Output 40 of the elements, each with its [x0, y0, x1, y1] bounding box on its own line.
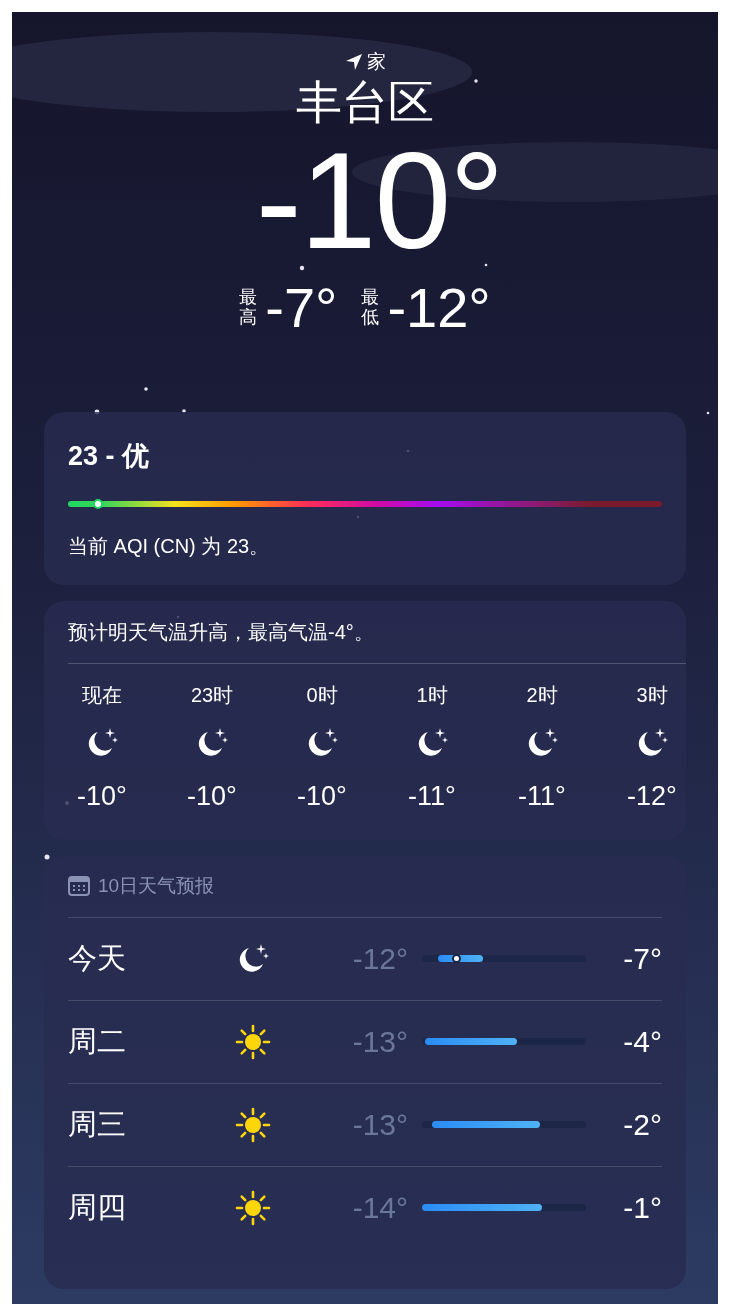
- low-temperature: -14°: [351, 1190, 408, 1226]
- city-name: 丰台区: [295, 75, 435, 130]
- hour-label: 现在: [82, 682, 122, 708]
- hour-temperature: -10°: [77, 779, 127, 813]
- high-temperature: -7°: [622, 941, 662, 977]
- day-label: 今天: [68, 940, 127, 976]
- hour-label: 1时: [416, 682, 448, 708]
- hour-temperature: -10°: [297, 779, 347, 813]
- low-temperature: -13°: [351, 1107, 408, 1143]
- day-label: 周二: [68, 1023, 127, 1059]
- current-temperature: -10°: [254, 130, 504, 270]
- aqi-title: 23 - 优: [68, 440, 151, 473]
- hour-temperature: -11°: [408, 779, 456, 813]
- hour-label: 3时: [636, 682, 668, 708]
- day-label: 周四: [68, 1189, 127, 1225]
- low-label: 最低: [361, 288, 380, 328]
- high-temperature: -1°: [622, 1190, 662, 1226]
- forecast-summary: 预计明天气温升高，最高气温-4°。: [67, 619, 375, 645]
- low-temperature: -13°: [351, 1024, 408, 1060]
- forecast-title: 10日天气预报: [98, 874, 215, 898]
- high-temperature: -4°: [622, 1024, 662, 1060]
- hour-label: 0时: [306, 682, 338, 708]
- low-temperature: -12°: [351, 941, 408, 977]
- hour-temperature: -10°: [187, 779, 237, 813]
- sun-icon: [235, 1106, 271, 1143]
- high-temperature: -7°: [265, 278, 338, 338]
- hour-label: 23时: [190, 682, 234, 708]
- hour-temperature: -11°: [518, 779, 566, 813]
- sun-icon: [235, 1189, 271, 1226]
- low-temperature: -12°: [387, 278, 491, 338]
- hour-temperature: -12°: [627, 779, 677, 813]
- high-label: 最高: [239, 288, 258, 328]
- high-temperature: -2°: [622, 1107, 662, 1143]
- calendar-icon: [68, 876, 90, 897]
- aqi-description: 当前 AQI (CN) 为 23。: [68, 533, 271, 559]
- sun-icon: [235, 1023, 271, 1060]
- location-label: 家: [366, 50, 386, 74]
- hour-label: 2时: [526, 682, 558, 708]
- location-arrow-icon: [344, 53, 363, 71]
- day-label: 周三: [68, 1106, 127, 1142]
